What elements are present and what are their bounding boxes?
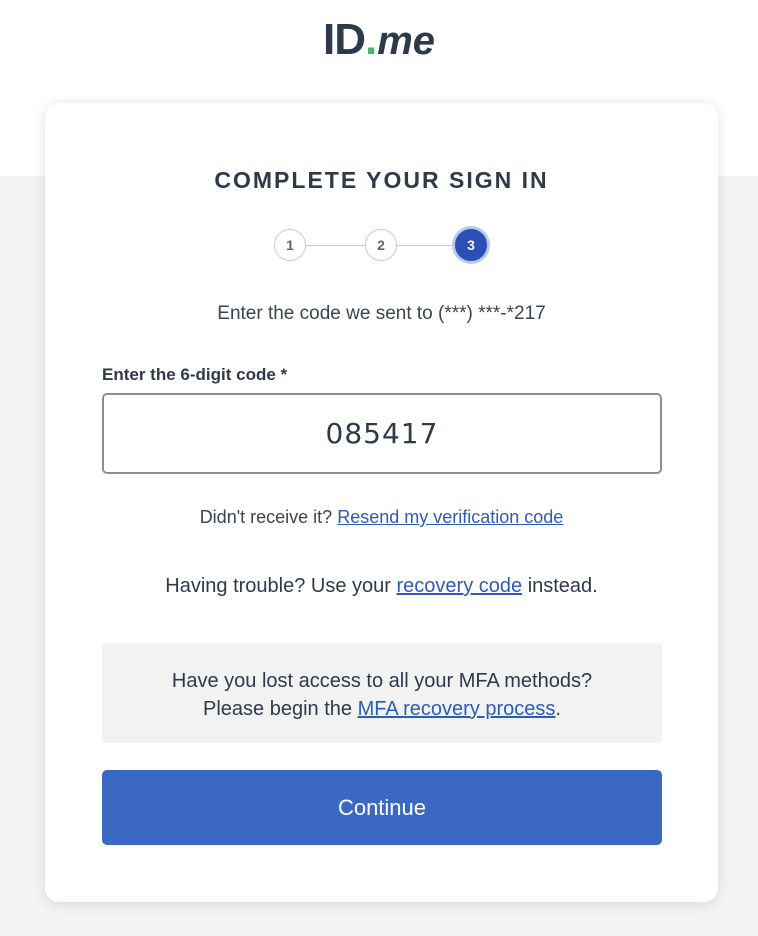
logo-me-text: me: [377, 19, 436, 63]
mfa-recovery-notice: Have you lost access to all your MFA met…: [102, 643, 662, 743]
step-1: 1: [274, 229, 306, 261]
logo-id-text: ID: [322, 15, 366, 64]
logo-dot: .: [364, 15, 378, 64]
step-connector-1: [306, 245, 365, 246]
resend-prefix: Didn't receive it?: [199, 507, 333, 527]
recovery-code-link[interactable]: recovery code: [397, 575, 523, 597]
step-indicator: 1 2 3: [274, 229, 487, 263]
resend-row: Didn't receive it? Resend my verificatio…: [45, 507, 718, 528]
step-2: 2: [365, 229, 397, 261]
code-sent-instruction: Enter the code we sent to (***) ***-*217: [217, 303, 546, 324]
sign-in-card: COMPLETE YOUR SIGN IN 1 2 3 Enter the co…: [45, 103, 718, 902]
mfa-line-2: Please begin the MFA recovery process.: [102, 695, 662, 723]
mfa-recovery-link[interactable]: MFA recovery process: [358, 698, 556, 720]
code-field-label: Enter the 6-digit code *: [102, 365, 288, 384]
mfa-line-2-suffix: .: [555, 698, 561, 720]
step-connector-2: [397, 245, 455, 246]
verification-code-input[interactable]: [102, 393, 662, 474]
step-3-active: 3: [455, 229, 487, 261]
mfa-line-2-prefix: Please begin the: [203, 698, 353, 720]
continue-button[interactable]: Continue: [102, 770, 662, 845]
trouble-suffix: instead.: [527, 575, 598, 597]
page-title: COMPLETE YOUR SIGN IN: [214, 167, 549, 193]
resend-code-link[interactable]: Resend my verification code: [337, 507, 563, 527]
trouble-prefix: Having trouble? Use your: [165, 575, 391, 597]
mfa-line-1: Have you lost access to all your MFA met…: [171, 670, 593, 692]
trouble-row: Having trouble? Use your recovery code i…: [45, 575, 718, 598]
idme-logo: ID.me: [0, 14, 758, 67]
